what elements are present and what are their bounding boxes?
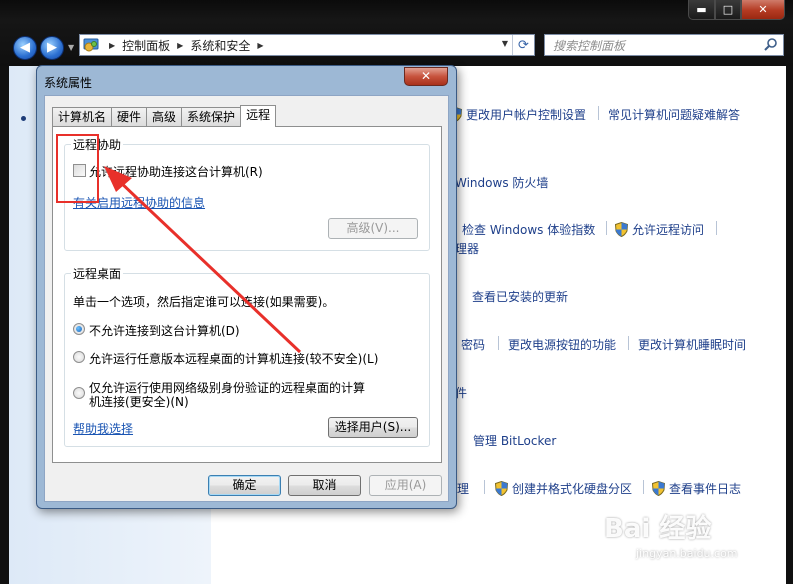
annotation-arrow [104,166,302,354]
baidu-watermark-url: jingyan.baidu.com [636,547,738,560]
baidu-watermark: Bai 经验 [604,514,712,544]
tab-remote[interactable]: 远程 [240,105,277,127]
